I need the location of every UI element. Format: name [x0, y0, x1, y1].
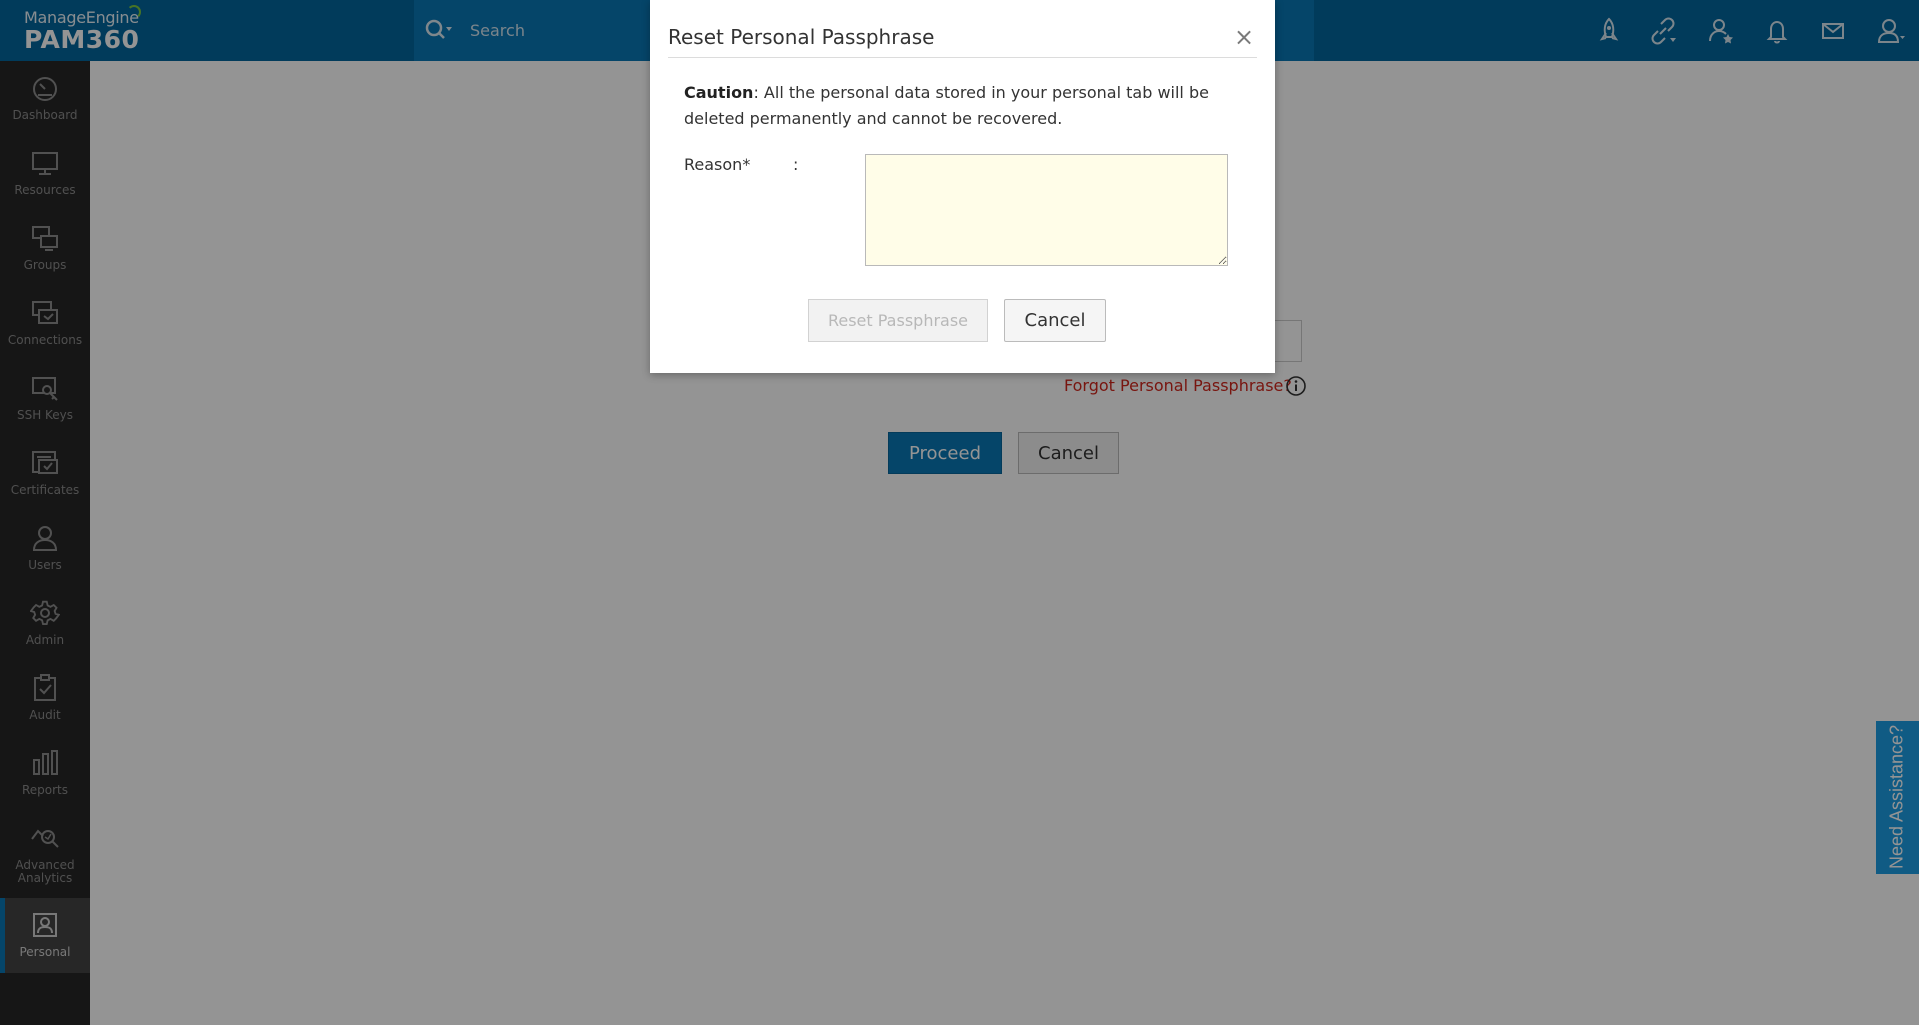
caution-label: Caution	[684, 83, 754, 102]
caution-message: Caution: All the personal data stored in…	[684, 80, 1244, 132]
dialog-divider	[668, 57, 1257, 58]
reset-passphrase-dialog: Reset Personal Passphrase × Caution: All…	[650, 0, 1275, 373]
reason-textarea[interactable]	[865, 154, 1228, 266]
reason-label: Reason*	[684, 155, 751, 174]
dialog-title: Reset Personal Passphrase	[668, 25, 935, 49]
dialog-cancel-button[interactable]: Cancel	[1004, 299, 1106, 342]
close-icon[interactable]: ×	[1232, 23, 1256, 51]
reset-passphrase-button[interactable]: Reset Passphrase	[808, 299, 988, 342]
reason-colon: :	[793, 155, 799, 174]
caution-text: : All the personal data stored in your p…	[684, 83, 1209, 128]
